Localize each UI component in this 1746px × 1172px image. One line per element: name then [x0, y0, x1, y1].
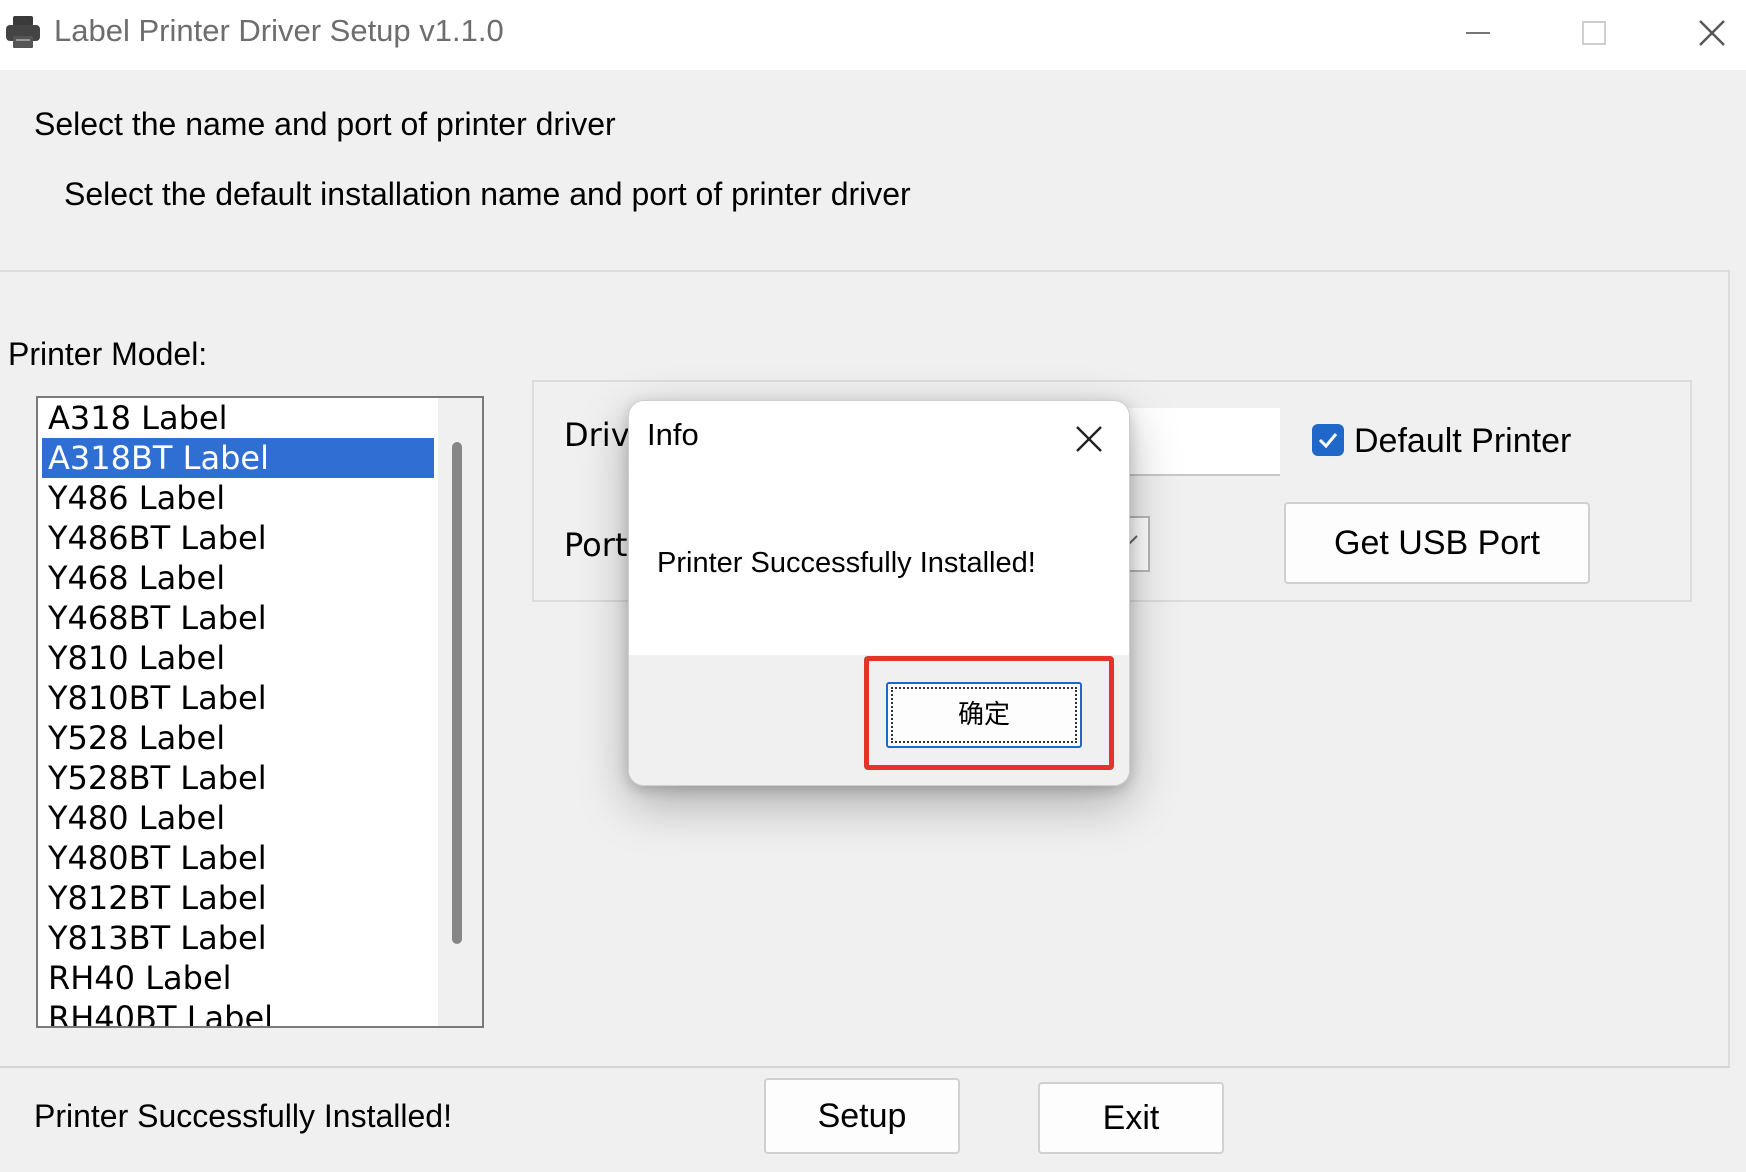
printer-icon [6, 16, 40, 48]
setup-button[interactable]: Setup [764, 1078, 960, 1154]
status-text: Printer Successfully Installed! [34, 1098, 452, 1134]
list-item[interactable]: Y813BT Label [42, 918, 434, 958]
list-item[interactable]: Y480BT Label [42, 838, 434, 878]
list-item[interactable]: Y810BT Label [42, 678, 434, 718]
list-item[interactable]: Y480 Label [42, 798, 434, 838]
list-item[interactable]: Y810 Label [42, 638, 434, 678]
list-item[interactable]: Y528 Label [42, 718, 434, 758]
list-item[interactable]: RH40BT Label [42, 998, 434, 1026]
page-subheading: Select the default installation name and… [64, 176, 911, 212]
default-printer-label[interactable]: Default Printer [1354, 422, 1571, 461]
list-item[interactable]: A318 Label [42, 398, 434, 438]
list-item[interactable]: Y468 Label [42, 558, 434, 598]
printer-model-label: Printer Model: [8, 336, 208, 372]
default-printer-checkbox[interactable] [1312, 424, 1344, 456]
dialog-ok-button[interactable]: 确定 [886, 682, 1082, 748]
get-usb-port-button[interactable]: Get USB Port [1284, 502, 1590, 584]
list-scrollbar-thumb[interactable] [452, 442, 462, 944]
close-icon[interactable] [1688, 10, 1736, 56]
dialog-title: Info [647, 417, 699, 452]
checkmark-icon [1318, 433, 1338, 449]
list-item[interactable]: Y468BT Label [42, 598, 434, 638]
minimize-icon[interactable] [1454, 10, 1502, 56]
list-item[interactable]: RH40 Label [42, 958, 434, 998]
window-title: Label Printer Driver Setup v1.1.0 [54, 13, 504, 48]
list-item[interactable]: Y486BT Label [42, 518, 434, 558]
driver-name-label: Driv [564, 416, 630, 454]
maximize-icon[interactable] [1570, 10, 1618, 56]
list-item-selected[interactable]: A318BT Label [42, 438, 434, 478]
printer-model-list[interactable]: A318 Label A318BT Label Y486 Label Y486B… [36, 396, 484, 1028]
port-label: Port [564, 526, 628, 564]
list-item[interactable]: Y528BT Label [42, 758, 434, 798]
dialog-close-icon[interactable] [1069, 419, 1109, 459]
page-heading: Select the name and port of printer driv… [34, 106, 616, 142]
list-item[interactable]: Y812BT Label [42, 878, 434, 918]
dialog-message: Printer Successfully Installed! [657, 547, 1036, 579]
list-item[interactable]: Y486 Label [42, 478, 434, 518]
exit-button[interactable]: Exit [1038, 1082, 1224, 1154]
